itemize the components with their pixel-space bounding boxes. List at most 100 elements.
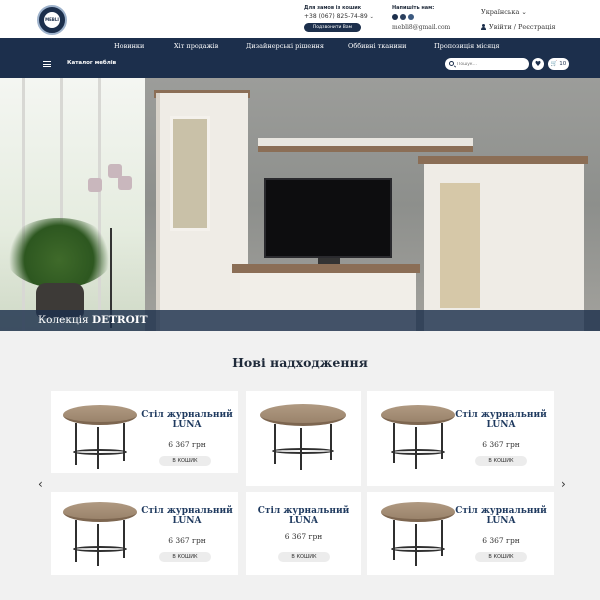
search-input[interactable] [457,60,525,68]
phone-block: Для замов із кошик +38 (067) 825-74-89 ⌄… [304,5,384,32]
product-name[interactable]: Стіл журнальний LUNA [455,410,547,430]
lamp-shade-image [118,176,132,190]
carousel-prev-arrow-icon[interactable]: ‹ [38,477,43,491]
hero-caption-prefix: Колекція [38,314,89,326]
table-leg-shape [274,424,276,464]
catalog-link[interactable]: Каталог меблів [67,60,116,66]
add-to-cart-button[interactable]: В КОШИК [159,552,211,562]
product-name-line1[interactable]: Стіл журнальний [141,410,233,420]
lamp-shade-image [88,178,102,192]
search-icon[interactable] [449,61,454,66]
hamburger-menu-icon[interactable] [43,61,51,67]
product-price: 6 367 грн [168,440,206,449]
table-leg-shape [393,423,395,463]
tv-image [264,178,392,258]
product-card[interactable] [246,391,361,486]
nav-item-new[interactable]: Новинки [114,42,144,50]
window-mullion [98,78,101,331]
table-leg-shape [75,520,77,562]
product-card[interactable]: Стіл журнальний LUNA 6 367 грн В КОШИК [367,391,554,486]
add-to-cart-button[interactable]: В КОШИК [475,456,527,466]
coffee-table-image[interactable] [260,404,346,470]
login-link[interactable]: Увійти / Реєстрація [481,23,556,31]
chevron-down-icon[interactable]: ⌄ [370,14,374,20]
coffee-table-image[interactable] [63,405,137,469]
hero-caption[interactable]: Колекція DETROIT [38,314,148,326]
coffee-table-image[interactable] [63,502,137,566]
wall-shelf-image [258,146,473,152]
coffee-table-image[interactable] [381,502,455,566]
user-icon [481,24,486,30]
main-navigation: Новинки Хіт продажів Дизайнерські рішенн… [0,38,600,78]
product-name-line2[interactable]: LUNA [455,516,547,526]
product-name-line1[interactable]: Стіл журнальний [455,410,547,420]
nav-item-bestsellers[interactable]: Хіт продажів [174,42,218,50]
product-name-line2[interactable]: LUNA [141,420,233,430]
product-name[interactable]: Стіл журнальний LUNA [141,410,233,430]
wishlist-heart-icon[interactable]: ♥ [532,58,544,70]
cart-count: 10 [559,61,567,67]
product-name-line2[interactable]: LUNA [250,516,357,526]
language-label[interactable]: Українська [481,8,519,16]
product-card[interactable]: Стіл журнальний LUNA 6 367 грн В КОШИК [51,492,238,575]
product-name[interactable]: Стіл журнальний LUNA [250,506,357,526]
product-name-line2[interactable]: LUNA [455,420,547,430]
table-leg-shape [123,423,125,461]
product-price: 6 367 грн [482,536,520,545]
product-name-line2[interactable]: LUNA [141,516,233,526]
product-price: 6 367 грн [168,536,206,545]
top-header: MEBLI Для замов із кошик +38 (067) 825-7… [0,0,600,38]
viber-icon[interactable] [392,14,398,20]
table-leg-shape [123,520,125,558]
table-top-shape [63,405,137,425]
telegram-icon[interactable] [408,14,414,20]
product-name-line1[interactable]: Стіл журнальний [250,506,357,516]
contact-block: Напишіть нам: mebli8@gmail.com [392,5,472,31]
table-top-shape [381,502,455,522]
coffee-table-image[interactable] [381,405,455,469]
hero-banner[interactable]: Колекція DETROIT [0,78,600,331]
add-to-cart-button[interactable]: В КОШИК [475,552,527,562]
product-price: 6 367 грн [284,532,323,541]
section-title: Нові надходження [232,355,368,370]
product-name[interactable]: Стіл журнальний LUNA [141,506,233,526]
whatsapp-icon[interactable] [400,14,406,20]
callback-button[interactable]: Подзвонити Вам [304,23,361,32]
table-ring-shape [73,449,127,455]
nav-item-designer[interactable]: Дизайнерські рішення [246,42,324,50]
product-card[interactable]: Стіл журнальний LUNA 6 367 грн В КОШИК [367,492,554,575]
cart-button[interactable]: 🛒 10 [548,58,569,70]
phone-number[interactable]: +38 (067) 825-74-89 ⌄ [304,13,384,20]
hero-caption-bar: Колекція DETROIT [0,310,600,331]
nav-item-offer[interactable]: Пропозиція місяця [434,42,499,50]
add-to-cart-button[interactable]: В КОШИК [278,552,330,562]
language-select[interactable]: Українська ⌄ [481,8,527,16]
menu-row: Новинки Хіт продажів Дизайнерські рішенн… [0,42,600,52]
table-top-shape [63,502,137,522]
table-leg-shape [330,424,332,460]
product-name-line1[interactable]: Стіл журнальний [455,506,547,516]
phone-label: Для замов із кошик [304,5,362,11]
chevron-down-icon[interactable]: ⌄ [521,8,526,16]
login-label[interactable]: Увійти / Реєстрація [489,23,556,31]
table-leg-shape [415,427,417,469]
table-leg-shape [393,520,395,560]
hero-caption-name: DETROIT [91,314,148,326]
search-box[interactable] [445,58,529,70]
write-label: Напишіть нам: [392,5,435,11]
add-to-cart-button[interactable]: В КОШИК [159,456,211,466]
product-card[interactable]: Стіл журнальний LUNA 6 367 грн В КОШИК [51,391,238,473]
email-link[interactable]: mebli8@gmail.com [392,24,472,31]
phone-text[interactable]: +38 (067) 825-74-89 [304,13,368,20]
product-name[interactable]: Стіл журнальний LUNA [455,506,547,526]
table-ring-shape [391,546,445,552]
table-top-shape [381,405,455,425]
product-card[interactable]: Стіл журнальний LUNA 6 367 грн В КОШИК [246,492,361,575]
table-ring-shape [272,448,334,454]
carousel-next-arrow-icon[interactable]: › [561,477,566,491]
nav-item-fabrics[interactable]: Оббивні тканини [348,42,407,50]
right-cabinet-top-image [418,156,588,164]
site-logo[interactable]: MEBLI [37,5,67,35]
product-name-line1[interactable]: Стіл журнальний [141,506,233,516]
messenger-icons [392,14,472,20]
